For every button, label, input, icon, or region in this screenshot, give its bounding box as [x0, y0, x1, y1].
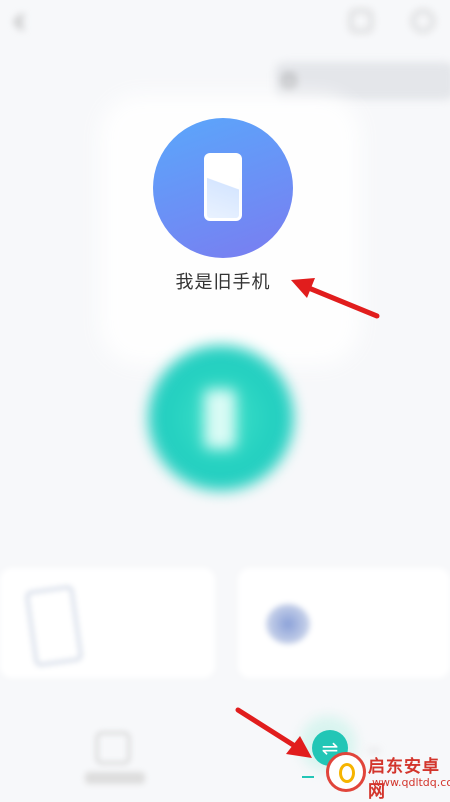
iphone-transfer-icon [24, 585, 84, 667]
iphone-transfer-card[interactable] [0, 568, 215, 678]
watermark-logo-icon [326, 752, 366, 792]
transfer-icon[interactable] [96, 732, 130, 764]
device-transfer-card[interactable] [238, 568, 450, 678]
page-title [172, 10, 272, 34]
new-phone-button[interactable] [148, 345, 294, 491]
old-phone-button[interactable] [153, 118, 293, 258]
watermark: 启东安卓网 www.qdltdq.com [322, 748, 450, 802]
old-phone-label[interactable]: 我是旧手机 [160, 268, 286, 294]
help-icon[interactable] [350, 10, 372, 32]
settings-icon[interactable] [412, 10, 434, 32]
top-bar [0, 0, 450, 50]
back-arrow-icon[interactable] [10, 12, 30, 32]
phone-icon [204, 389, 236, 449]
new-phone-label[interactable] [168, 500, 278, 522]
active-tab-indicator [302, 776, 314, 778]
watermark-url: www.qdltdq.com [372, 776, 450, 789]
record-icon [283, 74, 295, 88]
phone-icon [204, 153, 242, 221]
nav-item-label [85, 772, 145, 784]
device-transfer-icon [266, 604, 310, 644]
